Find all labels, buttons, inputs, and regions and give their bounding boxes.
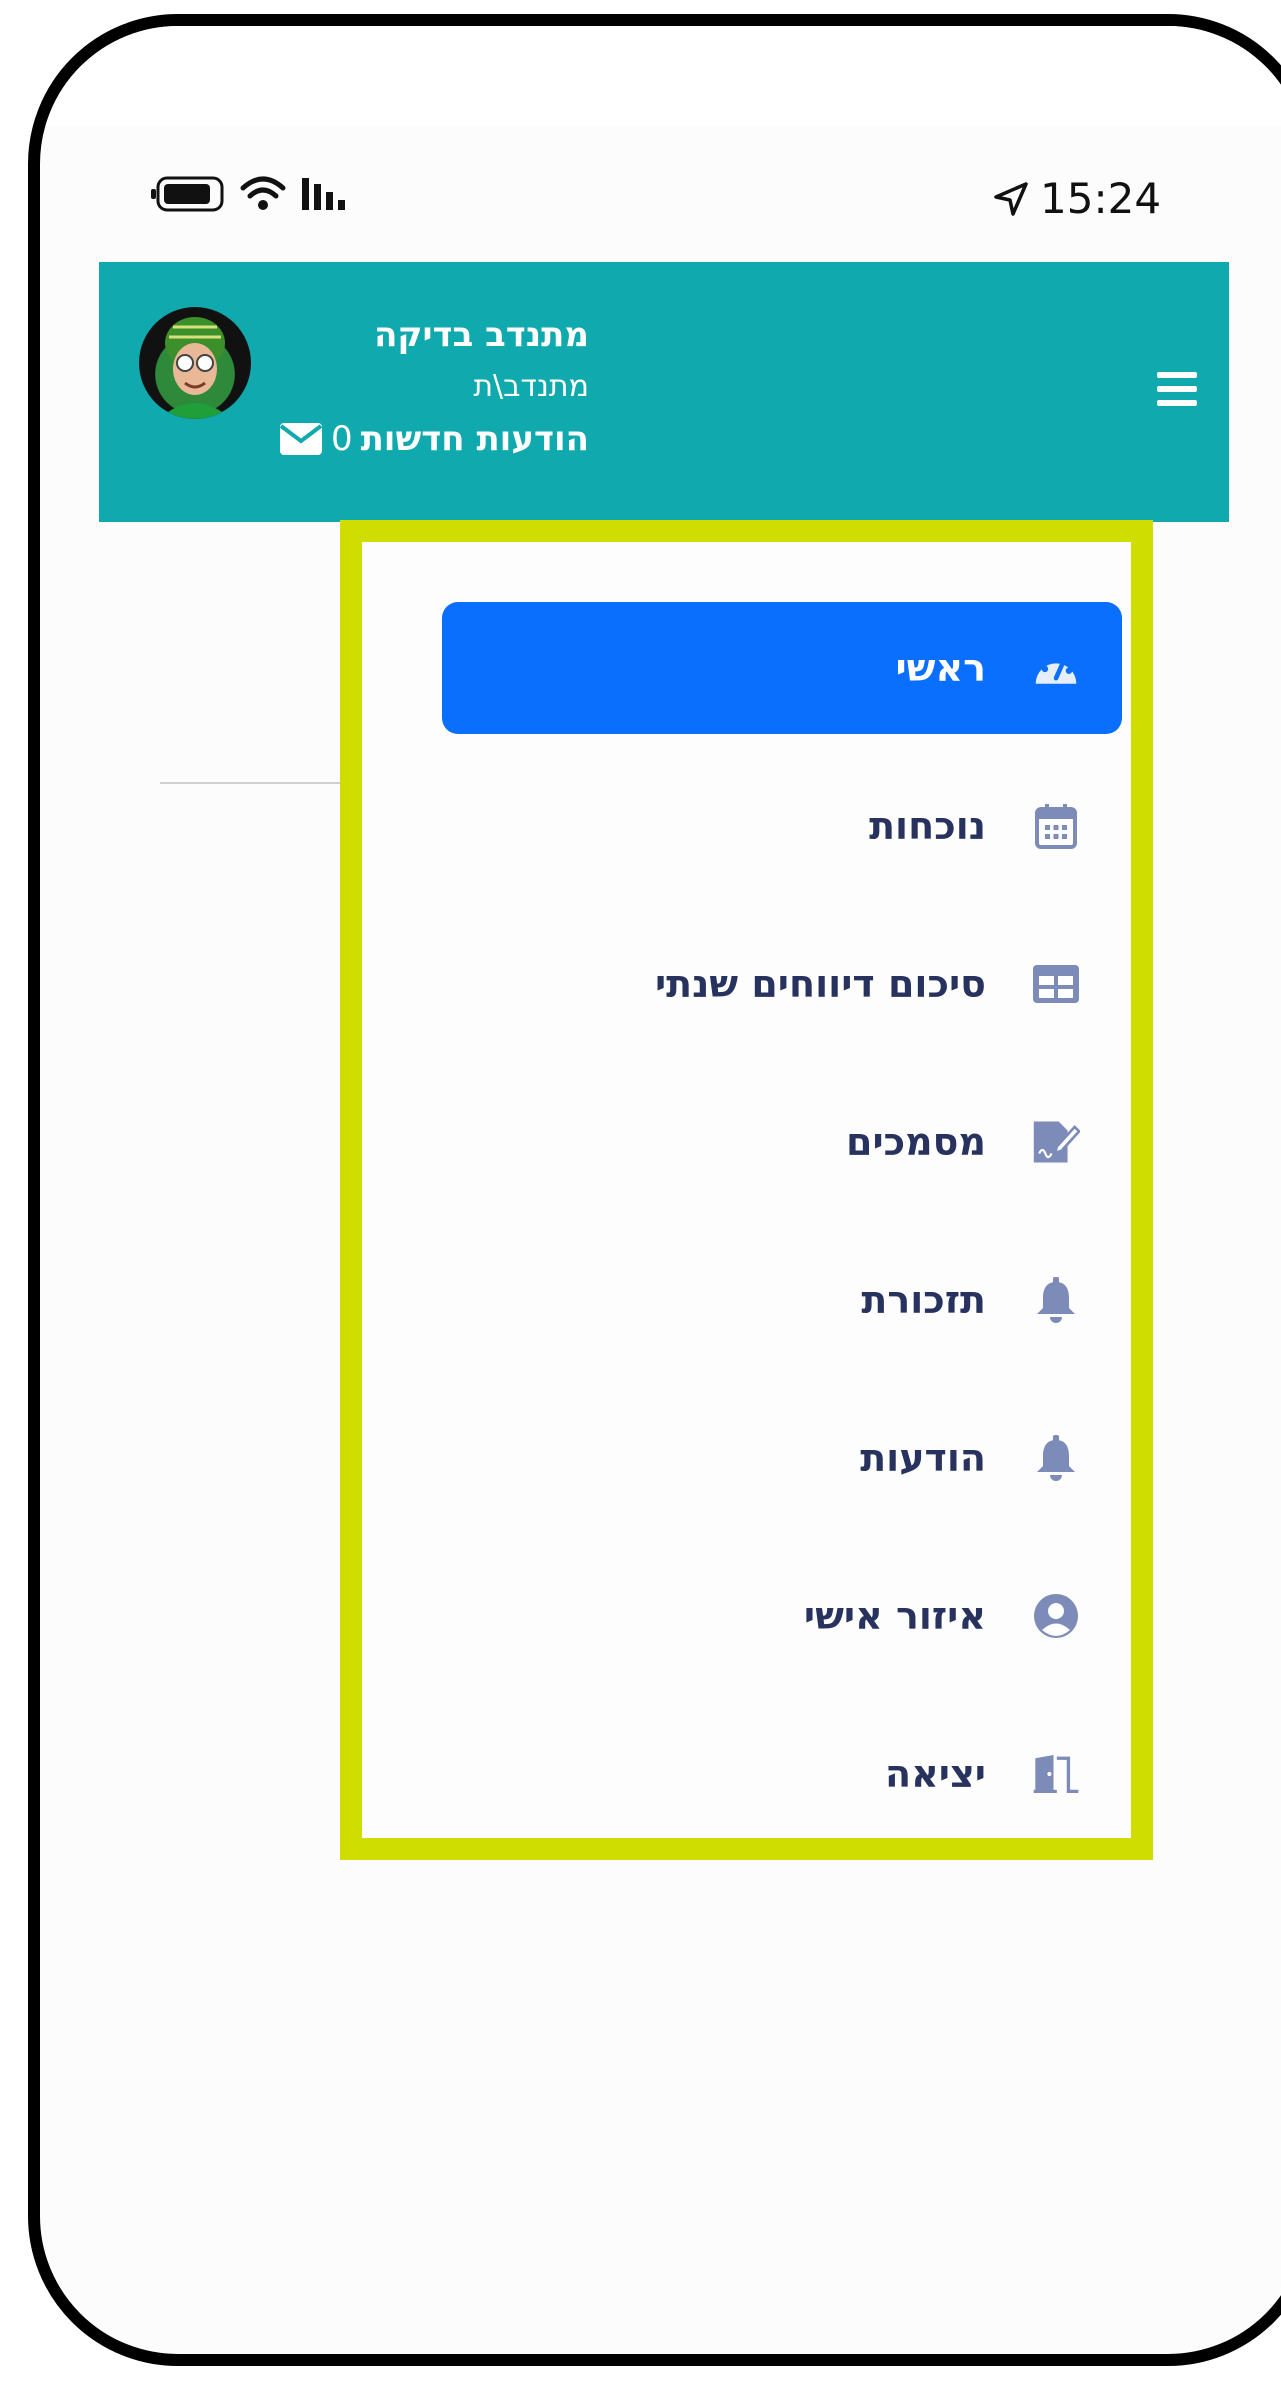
menu-item-label: סיכום דיווחים שנתי (654, 962, 986, 1006)
bell-icon (1032, 1434, 1080, 1482)
user-name: מתנדב בדיקה (374, 315, 589, 355)
messages-label: הודעות חדשות (360, 419, 589, 459)
status-icons (150, 176, 354, 212)
menu-item-attendance[interactable]: נוכחות (442, 760, 1122, 892)
door-exit-icon (1032, 1750, 1080, 1798)
status-time: 15:24 (992, 174, 1161, 223)
envelope-icon (279, 423, 323, 455)
menu-item-logout[interactable]: יציאה (442, 1708, 1122, 1840)
menu-item-home[interactable]: ראשי (442, 602, 1122, 734)
hamburger-menu-button[interactable] (1157, 372, 1197, 414)
wifi-icon (240, 176, 286, 210)
menu-item-label: תזכורת (861, 1278, 986, 1322)
user-role: מתנדב\ת (473, 369, 589, 404)
table-icon (1032, 960, 1080, 1008)
menu-item-label: מסמכים (846, 1120, 986, 1164)
side-menu: ראשי נוכחות סיכום דיווחים שנתי מסמכים תז… (340, 520, 1153, 1860)
user-profile[interactable]: מתנדב בדיקה מתנדב\ת הודעות חדשות 0 (139, 307, 589, 487)
menu-item-notifications[interactable]: הודעות (442, 1392, 1122, 1524)
menu-item-label: יציאה (885, 1752, 986, 1796)
menu-item-label: ראשי (895, 646, 986, 690)
menu-item-label: הודעות (860, 1436, 986, 1480)
location-arrow-icon (994, 181, 1028, 216)
dashboard-icon (1032, 644, 1080, 692)
menu-item-label: איזור אישי (803, 1594, 986, 1638)
menu-item-label: נוכחות (869, 804, 986, 848)
menu-item-annual-summary[interactable]: סיכום דיווחים שנתי (442, 918, 1122, 1050)
user-circle-icon (1032, 1592, 1080, 1640)
bell-icon (1032, 1276, 1080, 1324)
signal-icon (302, 178, 345, 210)
menu-item-reminder[interactable]: תזכורת (442, 1234, 1122, 1366)
clock-text: 15:24 (1040, 174, 1162, 223)
messages-count: 0 (330, 419, 353, 459)
avatar[interactable] (139, 307, 251, 419)
menu-item-personal-area[interactable]: איזור אישי (442, 1550, 1122, 1682)
divider (160, 782, 368, 784)
document-sign-icon (1032, 1118, 1080, 1166)
menu-item-documents[interactable]: מסמכים (442, 1076, 1122, 1208)
avatar-image (159, 317, 231, 419)
calendar-icon (1032, 802, 1080, 850)
battery-icon (151, 176, 224, 212)
new-messages-link[interactable]: הודעות חדשות 0 (279, 419, 589, 459)
app-header: מתנדב בדיקה מתנדב\ת הודעות חדשות 0 (99, 262, 1229, 522)
